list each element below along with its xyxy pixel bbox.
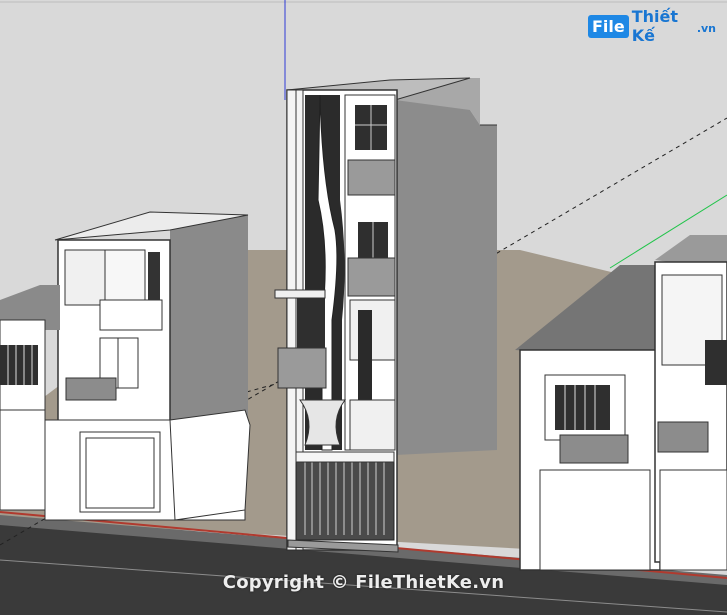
main-tower-side (395, 78, 497, 455)
copyright-watermark: Copyright © FileThietKe.vn (222, 572, 505, 593)
logo: File Thiết Kế .vn (588, 7, 716, 45)
main-gate (295, 451, 395, 541)
logo-badge: File (588, 14, 629, 38)
sketchup-viewport[interactable]: File Thiết Kế .vn Copyright © FileThietK… (0, 0, 727, 615)
3d-model-scene (0, 0, 727, 615)
left-house-side (170, 215, 248, 425)
logo-tld: .vn (696, 22, 716, 35)
logo-name: Thiết Kế (631, 7, 679, 45)
